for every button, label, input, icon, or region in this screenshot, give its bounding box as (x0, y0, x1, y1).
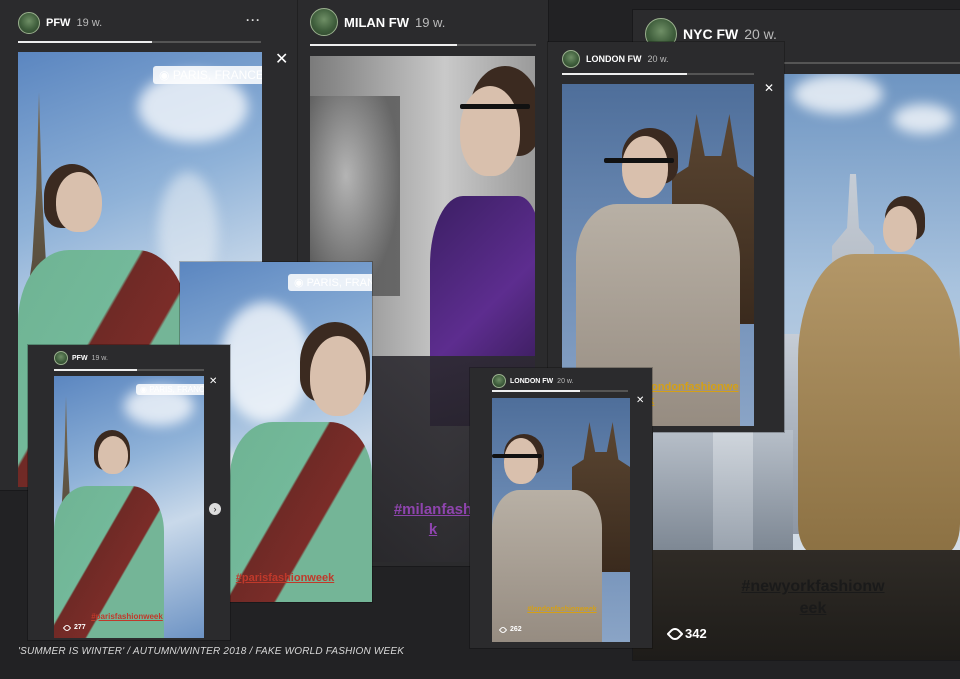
story-username[interactable]: PFW (72, 355, 88, 362)
avatar[interactable] (492, 374, 506, 388)
story-username[interactable]: LONDON FW (586, 54, 642, 64)
story-timestamp: 19 w. (91, 354, 108, 362)
avatar[interactable] (54, 351, 68, 365)
story-photo: #londonfashionweek 262 (492, 398, 630, 642)
view-count-label: 262 (510, 626, 522, 633)
caption-text: 'SUMMER IS WINTER' / AUTUMN/WINTER 2018 … (18, 646, 405, 657)
hashtag-sticker[interactable]: #parisfashionweek (220, 572, 350, 584)
eye-icon (498, 625, 508, 634)
avatar[interactable] (562, 50, 580, 68)
hashtag-line: eek (799, 600, 827, 617)
hashtag-sticker[interactable]: #londonfashionwe ek (642, 380, 742, 408)
next-story-icon[interactable]: › (209, 503, 221, 515)
story-pfw-small[interactable]: PFW 19 w. ✕ › ◉ PARIS, FRANCE #parisfash… (28, 345, 230, 640)
location-pin-icon: ◉ (140, 385, 150, 394)
location-label: PARIS, FRANCE (149, 385, 204, 394)
view-count-label: 342 (685, 626, 707, 641)
view-count-label: 277 (74, 624, 86, 631)
close-icon[interactable]: ✕ (275, 52, 288, 68)
close-icon[interactable]: ✕ (636, 396, 644, 406)
story-progress-bar (310, 44, 536, 46)
hashtag-sticker[interactable]: #newyorkfashionw eek (713, 576, 913, 620)
story-timestamp: 20 w. (557, 377, 574, 385)
view-count[interactable]: 262 (498, 625, 522, 634)
hashtag-line: #newyorkfashionw (741, 578, 885, 595)
story-timestamp: 19 w. (76, 17, 103, 29)
story-progress-bar (562, 73, 754, 75)
hashtag-sticker[interactable]: #parisfashionweek (82, 612, 172, 621)
hashtag-line: #londonfashionwe (642, 381, 739, 393)
hashtag-line: k (428, 521, 438, 538)
eye-icon (666, 625, 684, 642)
story-photo (783, 74, 960, 550)
location-sticker[interactable]: ◉ PARIS, FRANCE (136, 384, 204, 395)
story-username[interactable]: NYC FW (683, 26, 738, 42)
view-count[interactable]: 342 (666, 625, 707, 642)
location-pin-icon: ◉ (159, 68, 173, 82)
story-progress-bar (54, 369, 204, 371)
story-timestamp: 20 w. (647, 54, 669, 64)
avatar[interactable] (310, 8, 338, 36)
location-label: PARIS, FRANCE (172, 68, 262, 82)
model-tan-coat (798, 254, 960, 550)
story-username[interactable]: PFW (46, 17, 70, 29)
location-label: PARIS, FRANCE (306, 277, 372, 289)
story-timestamp: 20 w. (744, 26, 777, 42)
location-pin-icon: ◉ (294, 277, 307, 289)
story-progress-bar (492, 390, 628, 392)
location-sticker[interactable]: ◉ PARIS, FRANCE (153, 66, 262, 84)
story-progress-bar (18, 41, 261, 43)
hashtag-line: #milanfash (393, 501, 473, 518)
avatar[interactable] (18, 12, 40, 34)
story-username[interactable]: LONDON FW (510, 378, 553, 385)
story-photo: ◉ PARIS, FRANCE #parisfashionweek 277 (54, 376, 204, 638)
eye-icon (62, 623, 72, 632)
story-london-small[interactable]: LONDON FW 20 w. ✕ #londonfashionweek 262 (470, 368, 652, 648)
hashtag-sticker[interactable]: #londonfashionweek (522, 606, 602, 613)
more-options-icon[interactable]: ··· (246, 13, 261, 27)
model-grey-coat (492, 490, 602, 642)
story-username[interactable]: MILAN FW (344, 15, 409, 30)
close-icon[interactable]: ✕ (764, 82, 774, 94)
location-sticker[interactable]: ◉ PARIS, FRANCE (288, 274, 372, 291)
story-timestamp: 19 w. (414, 14, 446, 30)
close-icon[interactable]: ✕ (209, 377, 217, 387)
story-progress-bar (783, 62, 960, 64)
view-count[interactable]: 277 (62, 623, 86, 632)
